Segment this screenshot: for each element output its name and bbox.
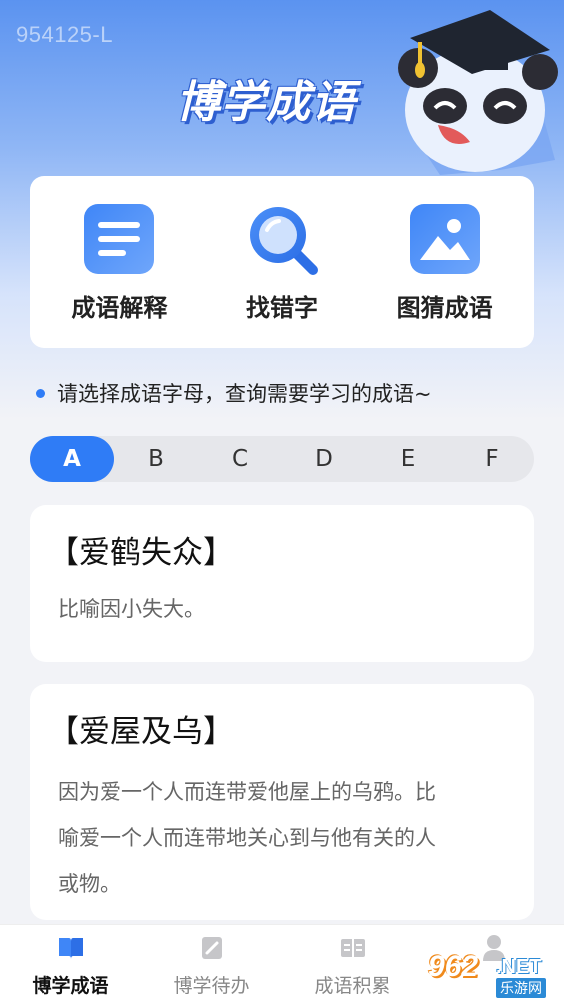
idiom-card[interactable]: 【爱屋及乌】 因为爱一个人而连带爱他屋上的乌鸦。比 喻爱一个人而连带地关心到与他… bbox=[30, 684, 534, 920]
tab-label: 博学成语 bbox=[32, 975, 109, 997]
document-lines-icon bbox=[82, 202, 156, 276]
idiom-title: 【爱屋及乌】 bbox=[48, 714, 234, 750]
tab-accumulate[interactable]: 成语积累 bbox=[282, 925, 423, 1004]
tab-todo[interactable]: 博学待办 bbox=[141, 925, 282, 1004]
logo-sub: 乐游网 bbox=[496, 978, 546, 998]
idiom-title: 【爱鹤失众】 bbox=[48, 535, 234, 571]
letter-tab-d[interactable]: D bbox=[282, 436, 366, 482]
logo-number: 962 bbox=[428, 950, 479, 983]
idiom-description-line: 因为爱一个人而连带爱他屋上的乌鸦。比 bbox=[58, 780, 436, 804]
hint-label: 请选择成语字母，查询需要学习的成语~ bbox=[57, 382, 432, 406]
idiom-card[interactable]: 【爱鹤失众】 比喻因小失大。 bbox=[30, 505, 534, 662]
idiom-description-line: 或物。 bbox=[58, 872, 121, 896]
tab-label: 成语积累 bbox=[314, 975, 391, 997]
hint-dot bbox=[36, 388, 45, 398]
feature-label: 图猜成语 bbox=[396, 293, 493, 322]
book-icon bbox=[56, 933, 86, 963]
feature-label: 找错字 bbox=[245, 293, 318, 322]
letter-tab-e[interactable]: E bbox=[366, 436, 450, 482]
watermark: 954125-L bbox=[16, 22, 113, 47]
notepad-icon bbox=[197, 933, 227, 963]
site-logo: 962 .NET 乐游网 bbox=[426, 950, 560, 998]
letter-tab-a[interactable]: A bbox=[30, 436, 114, 482]
hint-text: 请选择成语字母，查询需要学习的成语~ bbox=[36, 378, 432, 408]
logo-net: .NET bbox=[496, 956, 542, 978]
tab-idioms[interactable]: 博学成语 bbox=[0, 925, 141, 1004]
letter-tab-c[interactable]: C bbox=[198, 436, 282, 482]
idiom-explain-button[interactable]: 成语解释 bbox=[44, 202, 194, 323]
panda-mascot-icon bbox=[398, 10, 558, 175]
letter-tab-b[interactable]: B bbox=[114, 436, 198, 482]
idiom-description: 因为爱一个人而连带爱他屋上的乌鸦。比 喻爱一个人而连带地关心到与他有关的人 或物… bbox=[52, 769, 512, 907]
tab-label: 博学待办 bbox=[173, 975, 250, 997]
picture-guess-button[interactable]: 图猜成语 bbox=[370, 202, 520, 323]
letter-selector: A B C D E F bbox=[30, 436, 534, 482]
idiom-description-line: 喻爱一个人而连带地关心到与他有关的人 bbox=[58, 826, 436, 850]
idiom-description: 比喻因小失大。 bbox=[58, 597, 205, 621]
feature-card: 成语解释 找错字 图猜成语 bbox=[30, 176, 534, 348]
magnifier-icon bbox=[245, 202, 319, 276]
feature-label: 成语解释 bbox=[71, 293, 168, 322]
picture-icon bbox=[408, 202, 482, 276]
find-typo-button[interactable]: 找错字 bbox=[207, 202, 357, 323]
app-title: 博学成语 bbox=[176, 77, 356, 128]
letter-tab-f[interactable]: F bbox=[450, 436, 534, 482]
open-book-icon bbox=[338, 933, 368, 963]
